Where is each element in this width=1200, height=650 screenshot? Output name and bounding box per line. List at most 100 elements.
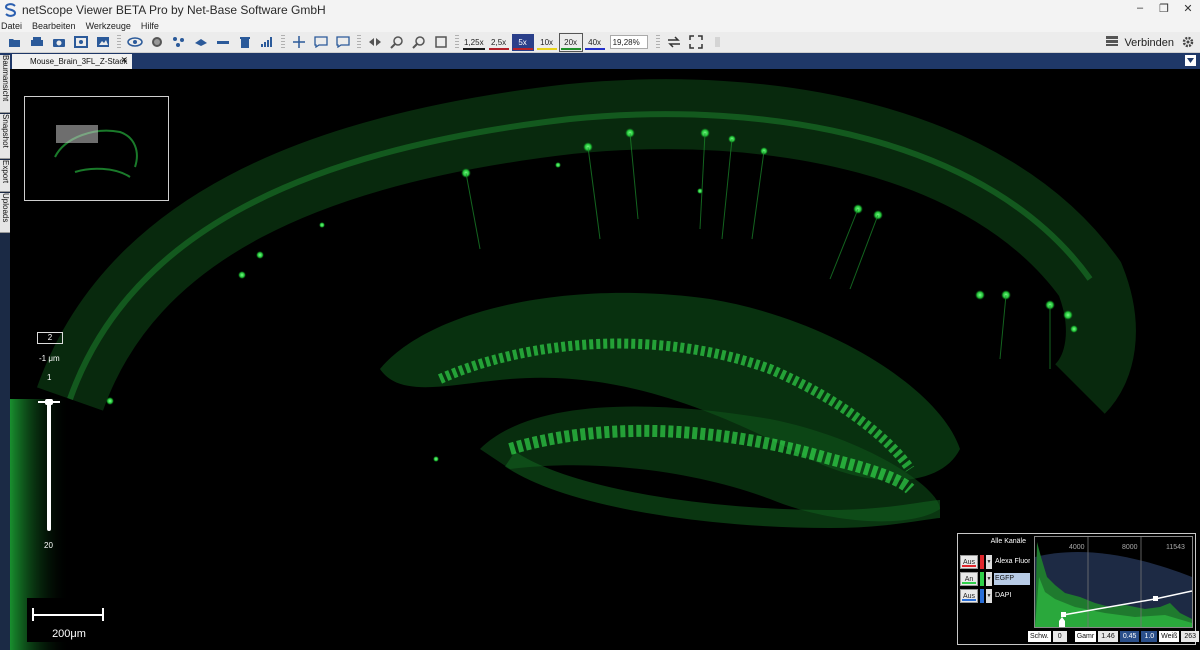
app-title: netScope Viewer BETA Pro by Net-Base Sof… [22,3,326,17]
minimize-icon[interactable]: – [1134,2,1146,15]
channel-color-swatch[interactable] [980,572,984,586]
menu-bearbeiten[interactable]: Bearbeiten [32,20,76,32]
annotation-icon[interactable] [168,34,190,51]
white-level-field[interactable]: 263 [1181,630,1200,642]
z-slider-thumb[interactable] [38,396,60,405]
channel-name[interactable]: EGFP [994,573,1030,585]
histogram-controls: Schw. 0 Gamr 1.46 0.45 1.0 Weiß 263 [1028,628,1200,644]
z-min-label: 1 [47,373,52,382]
channel-toggle-underline [962,599,976,601]
zoom-40-button[interactable]: 40x [584,34,606,51]
camera-icon[interactable] [48,34,70,51]
delete-icon[interactable] [234,34,256,51]
all-channels-label[interactable]: Alle Kanäle [958,538,1026,545]
side-tab-label: Export [1,160,10,184]
toolbar-grip[interactable] [655,34,660,50]
scale-bar: 200μm [27,598,111,642]
side-tab-snapshot[interactable]: Snapshot [0,114,10,159]
channel-name[interactable]: DAPI [994,590,1030,602]
histogram[interactable]: 4000 8000 11543 [1034,536,1193,628]
side-tab-baumansicht[interactable]: Baumansicht [0,55,10,113]
tab-close-icon[interactable]: ✕ [120,55,128,66]
zoom-125-button[interactable]: 1,25x [462,34,486,51]
app-logo-icon [4,3,18,17]
white-level-label: Weiß [1159,630,1180,642]
export-image-icon[interactable] [92,34,114,51]
z-slider-track[interactable] [47,399,51,531]
chart-icon[interactable] [256,34,278,51]
overview-map[interactable] [24,96,169,201]
channel-name[interactable]: Alexa Fluor 5 [994,556,1030,568]
comment-icon[interactable] [310,34,332,51]
toolbar-grip[interactable] [455,34,459,50]
channel-row: An ▼ EGFP [960,571,1030,587]
channel-toggle-button[interactable]: An [960,572,978,586]
zoom-20-button[interactable]: 20x [558,32,583,52]
restore-icon[interactable]: ❐ [1158,2,1170,15]
channel-toggle-button[interactable]: Aus [960,589,978,603]
toolbar-grip[interactable] [357,34,361,50]
zoom-25-button[interactable]: 2,5x [488,34,510,51]
side-tab-uploads[interactable]: Uploads [0,193,10,233]
overview-viewport[interactable] [56,125,98,143]
lens-icon[interactable] [146,34,168,51]
channel-color-swatch[interactable] [980,589,984,603]
eye-icon[interactable] [124,34,146,51]
menu-datei[interactable]: Datei [1,20,22,32]
side-tabs: Baumansicht Snapshot Export Uploads [0,55,10,650]
zoom-10-button[interactable]: 10x [536,34,558,51]
fit-icon[interactable] [430,34,452,51]
gear-icon[interactable] [1181,35,1195,52]
chevron-down-icon[interactable]: ▼ [986,589,992,603]
black-level-field[interactable]: 0 [1052,630,1067,642]
title-bar: netScope Viewer BETA Pro by Net-Base Sof… [0,0,1200,20]
open-folder-icon[interactable] [4,34,26,51]
gamma-field[interactable]: 1.46 [1098,630,1118,642]
zoom-5-button[interactable]: 5x [511,33,534,51]
channel-toggle-underline [962,582,976,584]
connect-button[interactable]: Verbinden [1105,34,1174,51]
zoom-underline [463,47,485,50]
slide-icon[interactable] [190,34,212,51]
toolbar-grip[interactable] [281,34,285,50]
mid-value-field[interactable]: 0.45 [1119,630,1140,642]
scale-bar-label: 200μm [52,628,86,640]
tab-menu-chevron-down-icon[interactable] [1185,55,1196,66]
z-slice-value[interactable]: 2 [37,332,63,344]
tab-document[interactable]: Mouse_Brain_3FL_Z-Stack ✕ [12,54,132,69]
screenshot-icon[interactable] [70,34,92,51]
chevron-down-icon[interactable]: ▼ [986,572,992,586]
channel-toggle-button[interactable]: Aus [960,555,978,569]
swap-icon[interactable] [663,34,685,51]
zoom-in-icon[interactable] [386,34,408,51]
note-icon[interactable] [332,34,354,51]
channel-color-swatch[interactable] [980,555,984,569]
z-max-label: 20 [44,541,53,550]
side-tab-label: Uploads [1,193,10,223]
menu-hilfe[interactable]: Hilfe [141,20,159,32]
connect-label: Verbinden [1124,36,1174,49]
close-icon[interactable]: ✕ [1182,2,1194,15]
zoom-out-icon[interactable] [408,34,430,51]
scale-bar-line [32,614,104,616]
chevron-down-icon[interactable]: ▼ [986,555,992,569]
measure-icon[interactable] [212,34,234,51]
toolbar-grip[interactable] [117,34,121,50]
zoom-underline [512,47,533,50]
fullscreen-icon[interactable] [685,34,707,51]
zoom-underline [488,47,509,50]
print-icon[interactable] [26,34,48,51]
side-tab-label: Baumansicht [1,55,10,102]
document-tab-strip: Mouse_Brain_3FL_Z-Stack ✕ [0,53,1200,69]
mid-value-field-2[interactable]: 1.0 [1141,630,1158,642]
dropdown-icon[interactable] [707,34,729,51]
menu-werkzeuge[interactable]: Werkzeuge [86,20,131,32]
menu-bar: Datei Bearbeiten Werkzeuge Hilfe [0,20,1200,32]
pan-icon[interactable] [364,34,386,51]
zoom-percent-field[interactable]: 19,28% [609,35,648,49]
z-step-label: -1 μm [39,354,60,363]
zoom-underline [560,47,581,50]
crosshair-icon[interactable] [288,34,310,51]
channel-row: Aus ▼ DAPI [960,588,1030,604]
side-tab-export[interactable]: Export [0,160,10,192]
